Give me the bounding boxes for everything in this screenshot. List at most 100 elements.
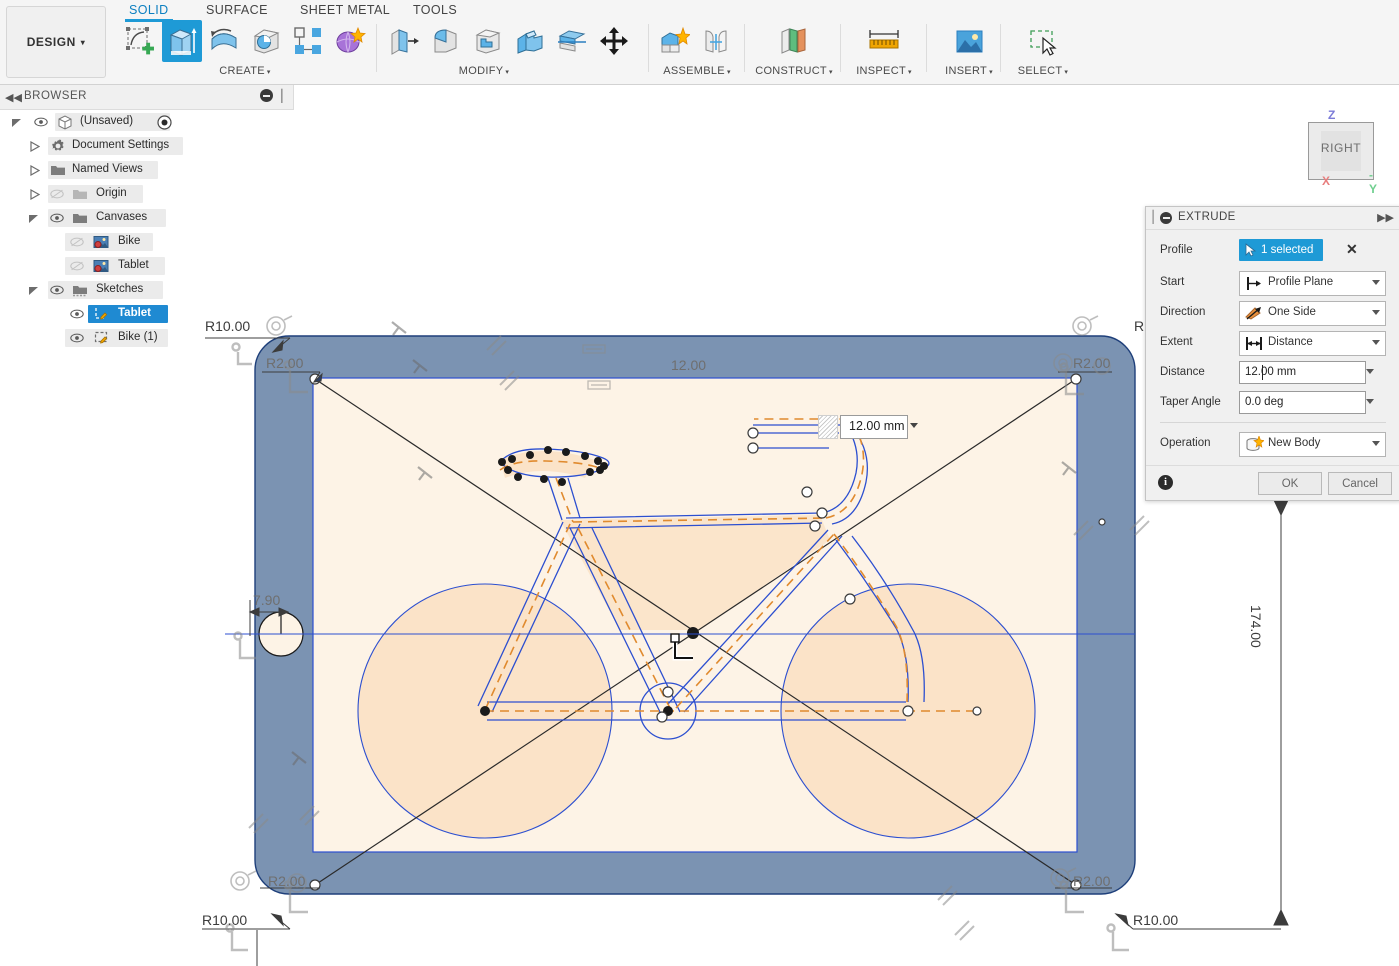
tab-tools[interactable]: TOOLS [413, 3, 457, 17]
dimension-r10-bottom-right[interactable]: R10.00 [1133, 912, 1178, 928]
extent-dropdown[interactable]: Distance [1239, 331, 1386, 356]
ribbon-group-modify-label[interactable]: MODIFY ▾ [354, 65, 614, 77]
new-component-icon[interactable] [654, 20, 694, 62]
dimension-r2-bottom-right[interactable]: R2.00 [1073, 873, 1110, 889]
ribbon-group-select-label[interactable]: SELECT ▾ [1006, 65, 1080, 77]
dimension-r2-top-right[interactable]: R2.00 [1073, 355, 1110, 371]
extrude-icon[interactable] [162, 20, 202, 62]
dimension-r2-bottom-left[interactable]: R2.00 [268, 873, 305, 889]
cancel-button[interactable]: Cancel [1328, 472, 1392, 495]
move-copy-icon[interactable] [594, 20, 634, 62]
tab-sheet-metal[interactable]: SHEET METAL [300, 3, 390, 17]
tab-solid[interactable]: SOLID [125, 3, 173, 22]
measure-icon[interactable] [864, 20, 904, 62]
tree-row-sketches[interactable]: Sketches [0, 278, 293, 302]
expander-closed-icon[interactable] [30, 141, 40, 152]
ribbon-group-inspect-label[interactable]: INSPECT ▾ [846, 65, 922, 77]
collapse-icon[interactable] [1160, 212, 1172, 224]
split-face-icon[interactable] [552, 20, 592, 62]
construct-plane-icon[interactable] [774, 20, 814, 62]
pattern-icon[interactable] [288, 20, 328, 62]
grip-icon[interactable]: ⎮ [1150, 210, 1156, 224]
chevron-down-icon[interactable] [1372, 340, 1380, 345]
chevron-down-icon[interactable] [1366, 369, 1374, 374]
expander-open-icon[interactable] [28, 286, 40, 296]
chevron-down-icon[interactable] [1366, 399, 1374, 404]
dimension-width-top[interactable]: 12.00 [671, 357, 706, 373]
ribbon-group-insert-label[interactable]: INSERT ▾ [932, 65, 1006, 77]
operation-dropdown[interactable]: New Body [1239, 432, 1386, 457]
tree-row-unsaved[interactable]: (Unsaved) [0, 110, 293, 134]
dimension-r10-top-left[interactable]: R10.00 [205, 318, 250, 334]
dimension-r2-top-left[interactable]: R2.00 [266, 355, 303, 371]
visibility-eye-off-icon[interactable] [70, 260, 84, 272]
field-label-extent: Extent [1160, 336, 1193, 348]
tree-row-canvas-bike[interactable]: Bike [0, 230, 293, 254]
tree-row-named-views[interactable]: Named Views [0, 158, 293, 182]
direction-dropdown[interactable]: One Side [1239, 301, 1386, 326]
tree-row-canvases[interactable]: Canvases [0, 206, 293, 230]
tree-row-canvas-tablet[interactable]: Tablet [0, 254, 293, 278]
ribbon-group-assemble-label[interactable]: ASSEMBLE ▾ [654, 65, 740, 77]
selected-profile-region[interactable] [312, 377, 1078, 853]
tree-row-origin[interactable]: Origin [0, 182, 293, 206]
tablet-body[interactable] [254, 335, 1136, 895]
visibility-eye-icon[interactable] [34, 116, 48, 128]
ribbon-group-create-label[interactable]: CREATE ▾ [120, 65, 370, 77]
create-sketch-icon[interactable] [120, 20, 160, 62]
form-icon[interactable] [330, 20, 370, 62]
insert-canvas-icon[interactable] [949, 20, 989, 62]
chevron-down-icon[interactable] [910, 423, 918, 428]
dimension-r10-bottom-left[interactable]: R10.00 [202, 912, 247, 928]
collapse-left-icon[interactable]: ◀◀ [5, 91, 22, 104]
minimize-icon[interactable] [260, 89, 273, 102]
dimension-r10-top-right[interactable]: R [1134, 318, 1144, 334]
fillet-icon[interactable] [426, 20, 466, 62]
visibility-eye-icon[interactable] [70, 332, 84, 344]
shell-icon[interactable] [468, 20, 508, 62]
chevron-down-icon[interactable] [1372, 310, 1380, 315]
revolve-icon[interactable] [204, 20, 244, 62]
info-icon[interactable]: i [1158, 475, 1173, 490]
extrude-dialog[interactable]: ⎮ EXTRUDE ▶▶ Profile 1 selected ✕ Start [1145, 206, 1399, 501]
view-cube-box[interactable]: RIGHT [1308, 122, 1374, 180]
document-icon [58, 115, 72, 130]
grip-icon[interactable]: ⎮ [279, 89, 285, 103]
manipulator-input[interactable]: 12.00 mm [840, 415, 908, 439]
expander-open-icon[interactable] [28, 214, 40, 224]
dimension-height-right[interactable]: 174.00 [1248, 605, 1264, 648]
extrude-distance-manipulator[interactable]: 12.00 mm [818, 415, 918, 439]
manipulator-handle-icon[interactable] [818, 415, 838, 439]
extrude-dialog-header[interactable]: ⎮ EXTRUDE ▶▶ [1146, 207, 1399, 230]
tab-surface[interactable]: SURFACE [206, 3, 268, 17]
camera-hole[interactable] [258, 611, 304, 657]
profile-select-button[interactable]: 1 selected [1239, 239, 1324, 261]
close-icon[interactable]: ✕ [1346, 242, 1358, 256]
joint-icon[interactable] [696, 20, 736, 62]
combine-icon[interactable] [510, 20, 550, 62]
visibility-eye-icon[interactable] [50, 212, 64, 224]
expander-closed-icon[interactable] [30, 165, 40, 176]
expander-closed-icon[interactable] [30, 189, 40, 200]
visibility-eye-icon[interactable] [50, 284, 64, 296]
workspace-switcher-button[interactable]: DESIGN ▾ [6, 6, 106, 78]
ok-button[interactable]: OK [1258, 472, 1322, 495]
activate-radio-icon[interactable] [157, 115, 172, 130]
distance-input[interactable]: 12.00 mm [1239, 361, 1366, 384]
chevron-down-icon[interactable] [1372, 280, 1380, 285]
expander-open-icon[interactable] [11, 118, 23, 128]
visibility-eye-off-icon[interactable] [70, 236, 84, 248]
select-icon[interactable] [1023, 20, 1063, 62]
view-cube[interactable]: RIGHT Z X -Y [1300, 108, 1380, 196]
expand-right-icon[interactable]: ▶▶ [1377, 211, 1394, 224]
chevron-down-icon[interactable] [1372, 441, 1380, 446]
dimension-camera-offset[interactable]: 7.90 [253, 592, 280, 608]
ribbon-group-construct-label[interactable]: CONSTRUCT ▾ [752, 65, 836, 77]
sweep-icon[interactable] [246, 20, 286, 62]
visibility-eye-icon[interactable] [70, 308, 84, 320]
press-pull-icon[interactable] [384, 20, 424, 62]
visibility-eye-off-icon[interactable] [50, 188, 64, 200]
start-dropdown[interactable]: Profile Plane [1239, 271, 1386, 296]
taper-angle-input[interactable]: 0.0 deg [1239, 391, 1366, 414]
tree-row-document-settings[interactable]: Document Settings [0, 134, 293, 158]
